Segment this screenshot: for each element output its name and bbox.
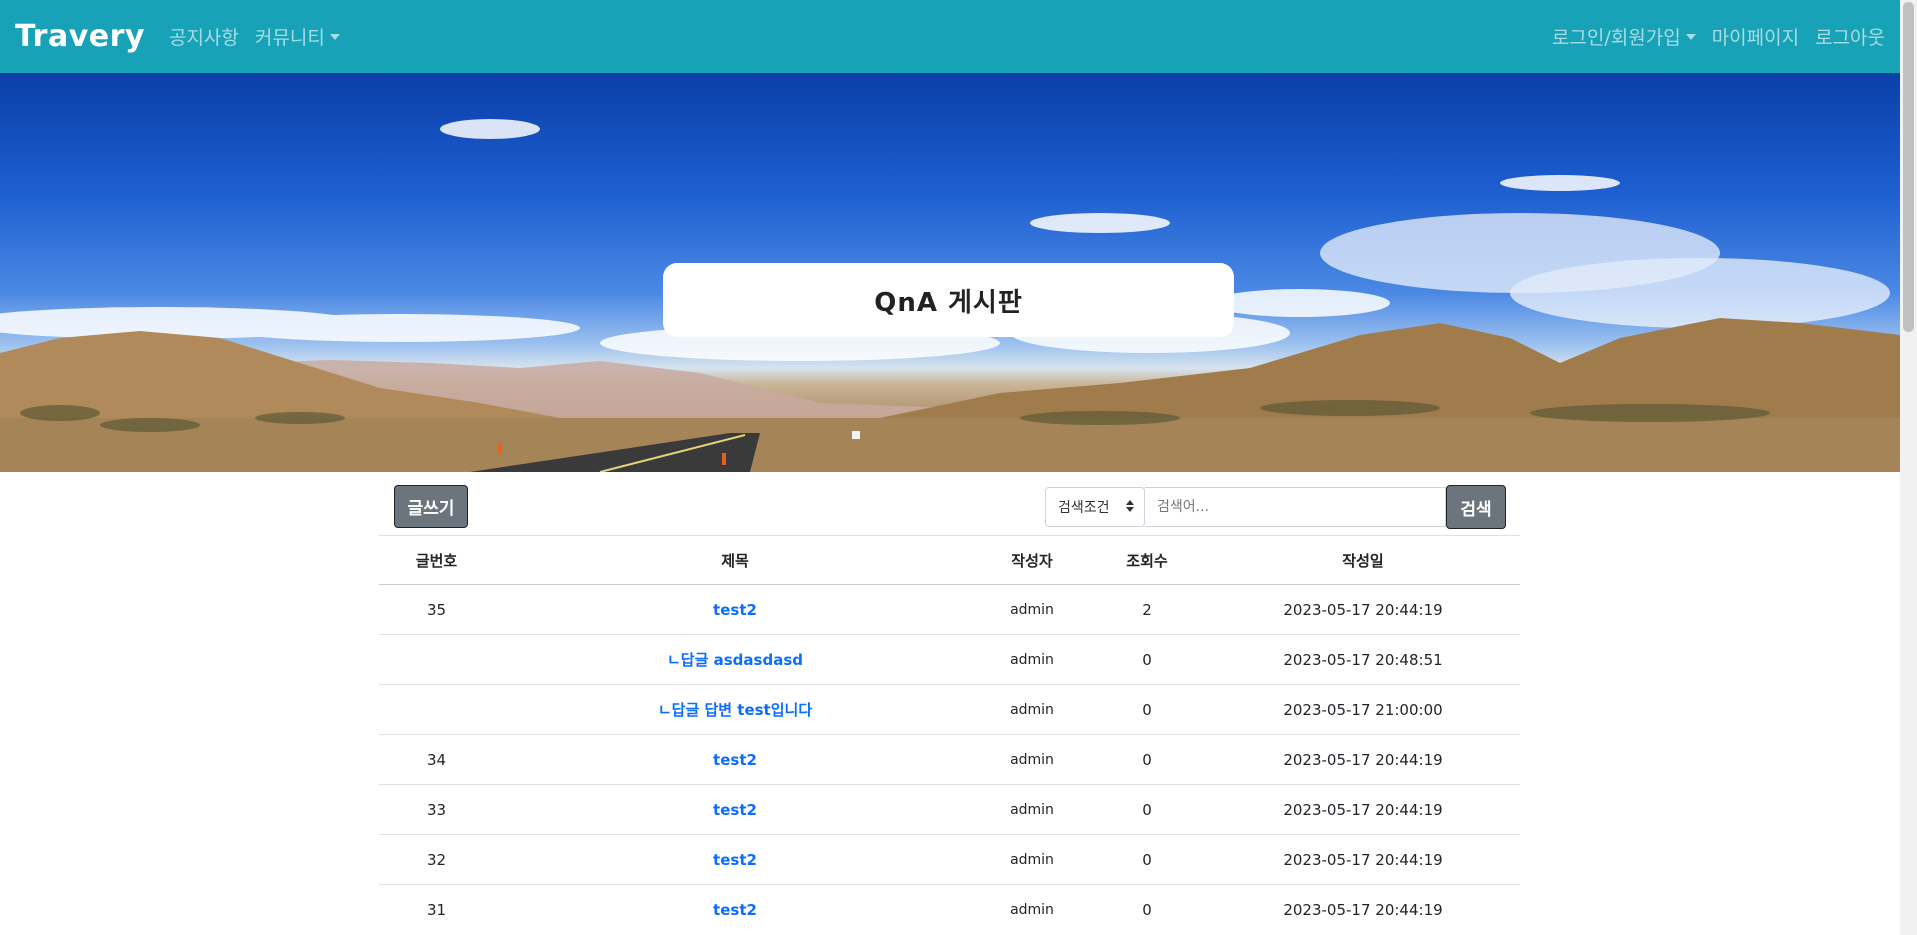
brand-logo[interactable]: Travery — [15, 19, 145, 54]
post-title-link[interactable]: ㄴ답글 답변 test입니다 — [494, 684, 976, 735]
nav-item-label: 마이페이지 — [1711, 27, 1800, 49]
table-row: 33 test2 admin 0 2023-05-17 20:44:19 — [379, 784, 1520, 835]
post-number — [379, 634, 494, 685]
hero-title-box: QnA 게시판 — [663, 263, 1234, 337]
header-views: 조회수 — [1088, 535, 1206, 585]
qna-board-table: 글번호 제목 작성자 조회수 작성일 35 test2 admin 2 2023… — [379, 535, 1520, 935]
post-date: 2023-05-17 20:44:19 — [1206, 884, 1520, 935]
header-writer: 작성자 — [976, 535, 1088, 585]
nav-item-logout[interactable]: 로그아웃 — [1815, 23, 1885, 50]
caret-down-icon — [1685, 33, 1696, 40]
table-row: ㄴ답글 asdasdasd admin 0 2023-05-17 20:48:5… — [379, 634, 1520, 685]
post-views: 0 — [1088, 834, 1206, 885]
write-button[interactable]: 글쓰기 — [394, 485, 468, 528]
header-title: 제목 — [494, 535, 976, 585]
scrollbar-thumb[interactable] — [1903, 2, 1914, 332]
post-date: 2023-05-17 20:44:19 — [1206, 584, 1520, 635]
nav-item-label: 로그인/회원가입 — [1551, 27, 1681, 49]
search-condition-select[interactable]: 검색조건 — [1045, 487, 1145, 527]
nav-item-mypage[interactable]: 마이페이지 — [1712, 23, 1799, 50]
search-condition-value: 검색조건 — [1058, 500, 1110, 516]
nav-item-label: 커뮤니티 — [254, 27, 325, 49]
header-date: 작성일 — [1206, 535, 1520, 585]
post-title-link[interactable]: test2 — [494, 784, 976, 835]
table-row: 31 test2 admin 0 2023-05-17 20:44:19 — [379, 884, 1520, 935]
nav-item-label: 공지사항 — [168, 27, 239, 49]
post-date: 2023-05-17 20:44:19 — [1206, 834, 1520, 885]
post-date: 2023-05-17 21:00:00 — [1206, 684, 1520, 735]
post-title-link[interactable]: ㄴ답글 asdasdasd — [494, 634, 976, 685]
top-navbar: Travery 공지사항 커뮤니티 로그인/회원가입 마이페이지 로그아웃 — [0, 0, 1900, 73]
board-toolbar: 글쓰기 검색조건 검색 — [394, 485, 1506, 529]
hero-banner: QnA 게시판 — [0, 73, 1900, 472]
post-views: 2 — [1088, 584, 1206, 635]
post-date: 2023-05-17 20:44:19 — [1206, 734, 1520, 785]
table-row: 34 test2 admin 0 2023-05-17 20:44:19 — [379, 734, 1520, 785]
post-title-link[interactable]: test2 — [494, 734, 976, 785]
post-views: 0 — [1088, 684, 1206, 735]
page-title: QnA 게시판 — [874, 287, 1023, 318]
post-number: 33 — [379, 784, 494, 835]
select-arrows-icon — [1126, 500, 1134, 512]
post-views: 0 — [1088, 884, 1206, 935]
post-title-link[interactable]: test2 — [494, 584, 976, 635]
post-writer: admin — [976, 684, 1088, 735]
search-input[interactable] — [1145, 487, 1446, 527]
post-views: 0 — [1088, 734, 1206, 785]
nav-item-label: 로그아웃 — [1815, 27, 1885, 49]
post-title-link[interactable]: test2 — [494, 884, 976, 935]
table-row: 35 test2 admin 2 2023-05-17 20:44:19 — [379, 584, 1520, 635]
page-scrollbar[interactable] — [1900, 0, 1917, 935]
table-header-row: 글번호 제목 작성자 조회수 작성일 — [379, 535, 1520, 585]
post-writer: admin — [976, 584, 1088, 635]
post-writer: admin — [976, 884, 1088, 935]
post-date: 2023-05-17 20:48:51 — [1206, 634, 1520, 685]
search-button[interactable]: 검색 — [1446, 485, 1506, 529]
post-writer: admin — [976, 734, 1088, 785]
table-row: 32 test2 admin 0 2023-05-17 20:44:19 — [379, 834, 1520, 885]
post-writer: admin — [976, 634, 1088, 685]
post-number — [379, 684, 494, 735]
post-number: 35 — [379, 584, 494, 635]
post-views: 0 — [1088, 784, 1206, 835]
table-row: ㄴ답글 답변 test입니다 admin 0 2023-05-17 21:00:… — [379, 684, 1520, 735]
caret-down-icon — [329, 33, 340, 40]
post-views: 0 — [1088, 634, 1206, 685]
nav-item-community[interactable]: 커뮤니티 — [255, 23, 340, 50]
nav-item-notice[interactable]: 공지사항 — [169, 23, 239, 50]
post-number: 34 — [379, 734, 494, 785]
post-title-link[interactable]: test2 — [494, 834, 976, 885]
post-writer: admin — [976, 834, 1088, 885]
post-writer: admin — [976, 784, 1088, 835]
post-number: 31 — [379, 884, 494, 935]
header-number: 글번호 — [379, 535, 494, 585]
post-date: 2023-05-17 20:44:19 — [1206, 784, 1520, 835]
nav-right-group: 로그인/회원가입 마이페이지 로그아웃 — [1536, 23, 1885, 50]
post-number: 32 — [379, 834, 494, 885]
nav-item-login-signup[interactable]: 로그인/회원가입 — [1552, 23, 1696, 50]
